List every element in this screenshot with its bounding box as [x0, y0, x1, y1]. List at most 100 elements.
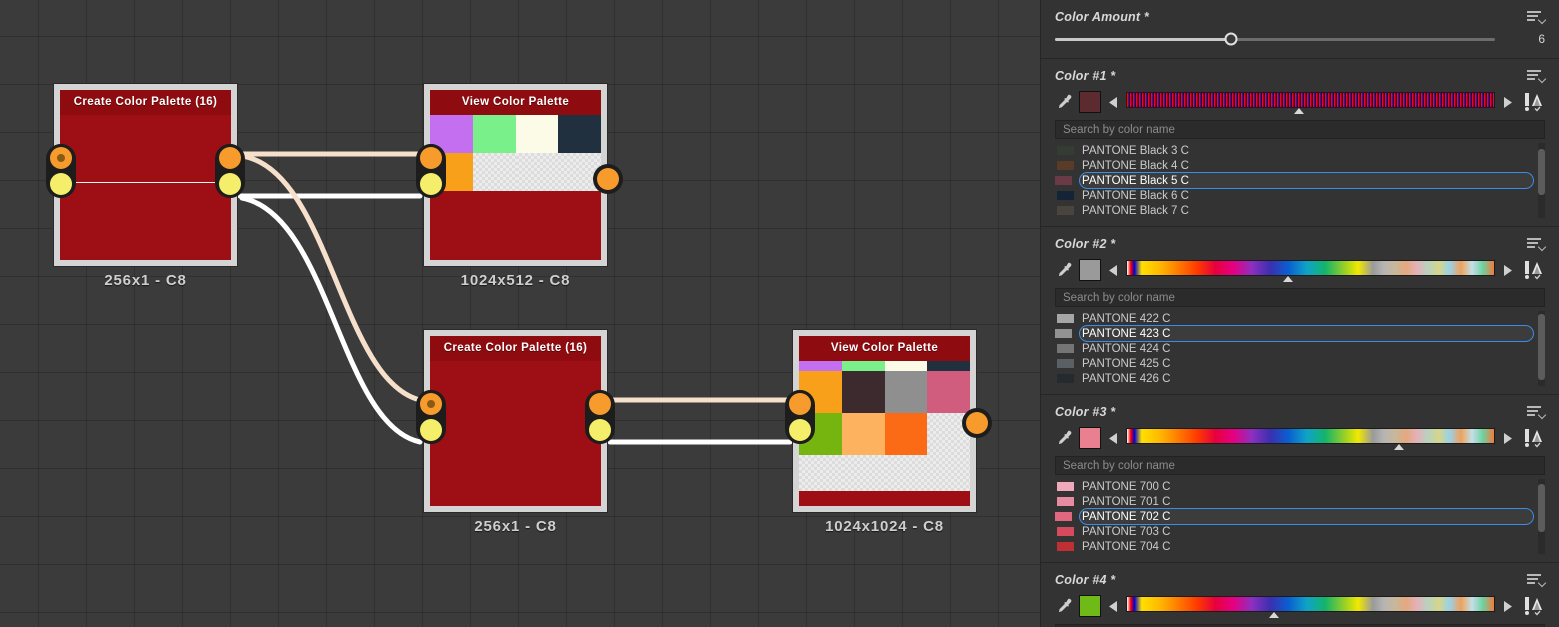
property-group-color-2: Color #2 * PANTONE 422 C PANTONE 423 C P…: [1041, 227, 1559, 395]
output-port-orange[interactable]: [597, 168, 619, 190]
list-item[interactable]: PANTONE 703 C: [1055, 524, 1533, 539]
current-color-swatch[interactable]: [1079, 595, 1101, 617]
color-picker-row[interactable]: [1055, 425, 1545, 451]
input-port-stack[interactable]: [416, 390, 446, 444]
hamburger-chevron-icon[interactable]: [1527, 572, 1547, 588]
hamburger-chevron-icon[interactable]: [1527, 404, 1547, 420]
input-port-stack[interactable]: [785, 390, 815, 444]
input-port-yellow[interactable]: [50, 173, 72, 195]
color-spectrum-bar[interactable]: [1126, 260, 1495, 276]
scrollbar-thumb[interactable]: [1538, 149, 1545, 195]
output-port-stack[interactable]: [215, 144, 245, 198]
list-scrollbar[interactable]: [1538, 143, 1545, 218]
spectrum-bar-wrap[interactable]: [1126, 91, 1495, 114]
list-item[interactable]: PANTONE 424 C: [1055, 341, 1533, 356]
list-item-selected[interactable]: PANTONE 423 C: [1055, 325, 1534, 342]
output-port-orange[interactable]: [589, 393, 611, 415]
spectrum-bar-wrap[interactable]: [1126, 595, 1495, 618]
search-input[interactable]: [1055, 456, 1545, 475]
color-name-list[interactable]: PANTONE 700 C PANTONE 701 C PANTONE 702 …: [1055, 479, 1545, 554]
output-port-orange[interactable]: [219, 147, 241, 169]
next-arrow-icon[interactable]: [1501, 432, 1514, 444]
color-name-list[interactable]: PANTONE Black 3 C PANTONE Black 4 C PANT…: [1055, 143, 1545, 218]
output-port-stack[interactable]: [585, 390, 615, 444]
slider-track[interactable]: [1055, 32, 1495, 46]
current-color-swatch[interactable]: [1079, 259, 1101, 281]
current-color-swatch[interactable]: [1079, 427, 1101, 449]
search-input[interactable]: [1055, 120, 1545, 139]
list-item[interactable]: PANTONE 700 C: [1055, 479, 1533, 494]
prev-arrow-icon[interactable]: [1107, 96, 1120, 108]
output-port-yellow[interactable]: [589, 419, 611, 441]
hamburger-chevron-icon[interactable]: [1527, 236, 1547, 252]
eyedropper-icon[interactable]: [1055, 92, 1073, 112]
list-item[interactable]: PANTONE 701 C: [1055, 494, 1533, 509]
next-arrow-icon[interactable]: [1501, 96, 1514, 108]
node-graph-canvas[interactable]: Create Color Palette (16) 256x1 - C8 Vie…: [0, 0, 1040, 627]
spectrum-bar-wrap[interactable]: [1126, 259, 1495, 282]
list-item[interactable]: PANTONE 426 C: [1055, 371, 1533, 386]
list-item[interactable]: PANTONE Black 3 C: [1055, 143, 1533, 158]
input-port-orange[interactable]: [420, 393, 442, 415]
node-view-color-palette-1[interactable]: View Color Palette 1024x512 - C8: [416, 84, 619, 289]
list-item-label: PANTONE Black 5 C: [1082, 174, 1189, 187]
color-picker-row[interactable]: [1055, 89, 1545, 115]
list-item[interactable]: PANTONE Black 4 C: [1055, 158, 1533, 173]
spectrum-bar-wrap[interactable]: [1126, 427, 1495, 450]
prev-arrow-icon[interactable]: [1107, 264, 1120, 276]
spectrum-cursor[interactable]: [1268, 612, 1279, 618]
output-port-orange[interactable]: [966, 412, 988, 434]
palette-icon[interactable]: [1523, 595, 1545, 617]
list-item[interactable]: PANTONE 704 C: [1055, 539, 1533, 554]
palette-icon[interactable]: [1523, 91, 1545, 113]
slider-knob[interactable]: [1224, 32, 1238, 46]
scrollbar-thumb[interactable]: [1538, 314, 1545, 380]
input-port-yellow[interactable]: [789, 419, 811, 441]
palette-icon[interactable]: [1523, 427, 1545, 449]
output-port-yellow[interactable]: [219, 173, 241, 195]
eyedropper-icon[interactable]: [1055, 428, 1073, 448]
palette-icon[interactable]: [1523, 259, 1545, 281]
eyedropper-icon[interactable]: [1055, 596, 1073, 616]
list-item[interactable]: PANTONE Black 7 C: [1055, 203, 1533, 218]
spectrum-cursor[interactable]: [1283, 276, 1294, 282]
search-input[interactable]: [1055, 288, 1545, 307]
prev-arrow-icon[interactable]: [1107, 600, 1120, 612]
list-item[interactable]: PANTONE Black 6 C: [1055, 188, 1533, 203]
current-color-swatch[interactable]: [1079, 91, 1101, 113]
color-spectrum-bar[interactable]: [1126, 596, 1495, 612]
color-spectrum-bar[interactable]: [1126, 428, 1495, 444]
input-port-stack[interactable]: [46, 144, 76, 198]
list-scrollbar[interactable]: [1538, 479, 1545, 554]
input-port-yellow[interactable]: [420, 173, 442, 195]
node-create-color-palette-2[interactable]: Create Color Palette (16) 256x1 - C8: [416, 330, 615, 535]
input-port-stack[interactable]: [416, 144, 446, 198]
spectrum-cursor[interactable]: [1294, 108, 1305, 114]
list-item-selected[interactable]: PANTONE Black 5 C: [1055, 172, 1534, 189]
next-arrow-icon[interactable]: [1501, 600, 1514, 612]
color-name-list[interactable]: PANTONE 422 C PANTONE 423 C PANTONE 424 …: [1055, 311, 1545, 386]
property-group-color-3: Color #3 * PANTONE 700 C PANTONE 701 C P…: [1041, 395, 1559, 563]
list-item[interactable]: PANTONE 425 C: [1055, 356, 1533, 371]
next-arrow-icon[interactable]: [1501, 264, 1514, 276]
hamburger-chevron-icon[interactable]: [1527, 9, 1547, 25]
node-view-color-palette-2[interactable]: View Color Palette 1024x1024 - C8: [785, 330, 988, 535]
input-port-orange[interactable]: [50, 147, 72, 169]
color-spectrum-bar[interactable]: [1126, 92, 1495, 108]
list-scrollbar[interactable]: [1538, 311, 1545, 386]
hamburger-chevron-icon[interactable]: [1527, 68, 1547, 84]
scrollbar-thumb[interactable]: [1538, 484, 1545, 532]
input-port-orange[interactable]: [789, 393, 811, 415]
color-amount-slider-row[interactable]: 6: [1055, 28, 1545, 50]
input-port-orange[interactable]: [420, 147, 442, 169]
color-picker-row[interactable]: [1055, 593, 1545, 619]
eyedropper-icon[interactable]: [1055, 260, 1073, 280]
spectrum-cursor[interactable]: [1394, 444, 1405, 450]
list-item[interactable]: PANTONE 422 C: [1055, 311, 1533, 326]
node-create-color-palette-1[interactable]: Create Color Palette (16) 256x1 - C8: [46, 84, 245, 289]
list-item-selected[interactable]: PANTONE 702 C: [1055, 508, 1534, 525]
color-picker-row[interactable]: [1055, 257, 1545, 283]
input-port-yellow[interactable]: [420, 419, 442, 441]
list-item-label: PANTONE 426 C: [1082, 372, 1171, 385]
prev-arrow-icon[interactable]: [1107, 432, 1120, 444]
